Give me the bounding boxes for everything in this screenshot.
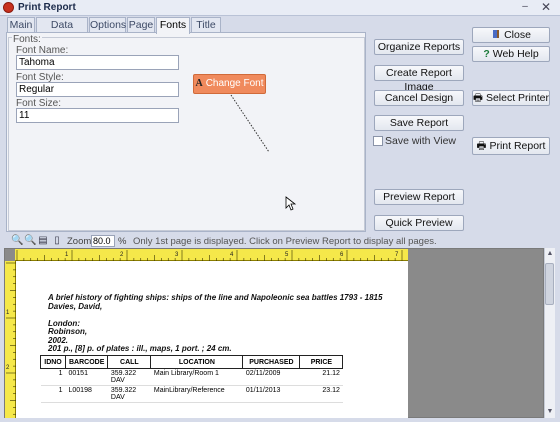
cell-call: 359.322 DAV bbox=[107, 368, 151, 386]
ruler-number: 5 bbox=[285, 252, 289, 258]
cell-call-number: 359.322 bbox=[110, 370, 137, 377]
select-printer-button[interactable]: 🖶 Select Printer bbox=[472, 90, 550, 106]
close-button[interactable]: Close bbox=[472, 27, 550, 43]
cell-call-cutter: DAV bbox=[110, 394, 125, 401]
table-row: 1 L00198 359.322 DAV MainLibrary/Referenc… bbox=[40, 385, 343, 403]
ruler-number: 6 bbox=[340, 252, 344, 258]
cancel-design-button[interactable]: Cancel Design bbox=[374, 90, 464, 106]
organize-reports-button[interactable]: Organize Reports bbox=[374, 39, 464, 55]
holdings-table: IDNO BARCODE CALL LOCATION PURCHASED PRI… bbox=[40, 355, 344, 403]
ruler-number: 1 bbox=[65, 252, 69, 258]
ruler-number: 3 bbox=[175, 252, 179, 258]
door-icon bbox=[493, 30, 500, 38]
cell-call-cutter: DAV bbox=[110, 377, 125, 384]
cell-price: 23.12 bbox=[299, 385, 343, 403]
tab-title[interactable]: Title bbox=[191, 17, 221, 33]
minimize-button[interactable]: – bbox=[517, 1, 533, 15]
column-header-call: CALL bbox=[107, 355, 152, 369]
cell-barcode: 00151 bbox=[65, 368, 108, 386]
font-name-field[interactable]: Tahoma bbox=[16, 55, 179, 70]
horizontal-ruler: 1 2 3 4 5 6 7 bbox=[15, 249, 410, 261]
whole-page-icon[interactable]: ▯ bbox=[51, 235, 63, 247]
printer-icon: 🖶 bbox=[476, 140, 487, 152]
report-author: Davies, David, bbox=[48, 302, 103, 311]
quick-preview-button[interactable]: Quick Preview bbox=[374, 215, 464, 231]
cell-call: 359.322 DAV bbox=[107, 385, 151, 403]
help-icon: ? bbox=[483, 48, 490, 60]
column-header-price: PRICE bbox=[299, 355, 344, 369]
zoom-in-icon[interactable]: 🔍 bbox=[11, 235, 23, 247]
cell-barcode: L00198 bbox=[65, 385, 108, 403]
change-font-label: Change Font bbox=[205, 78, 264, 89]
scroll-up-arrow-icon[interactable]: ▲ bbox=[545, 249, 555, 259]
cell-idno: 1 bbox=[40, 368, 66, 386]
change-font-button[interactable]: A Change Font bbox=[193, 74, 266, 94]
scroll-down-arrow-icon[interactable]: ▼ bbox=[545, 407, 555, 417]
close-button-label: Close bbox=[504, 29, 531, 41]
mouse-cursor-icon bbox=[285, 196, 297, 211]
window-close-button[interactable]: ✕ bbox=[537, 1, 555, 15]
zoom-out-icon[interactable]: 🔍 bbox=[24, 235, 36, 247]
font-style-field[interactable]: Regular bbox=[16, 82, 179, 97]
fonts-group-legend: Fonts: bbox=[12, 34, 42, 45]
cell-call-number: 359.322 bbox=[110, 387, 137, 394]
cell-price: 21.12 bbox=[299, 368, 343, 386]
tab-main[interactable]: Main bbox=[7, 17, 35, 33]
tab-data-fields[interactable]: Data Fields bbox=[36, 17, 88, 46]
ruler-number: 2 bbox=[6, 365, 10, 371]
cell-location: MainLibrary/Reference bbox=[150, 385, 243, 403]
save-with-view-label: Save with View bbox=[385, 135, 457, 147]
report-publisher: Robinson, bbox=[48, 327, 88, 336]
print-report-button[interactable]: 🖶 Print Report bbox=[472, 137, 550, 155]
zoom-unit: % bbox=[118, 236, 127, 247]
print-report-label: Print Report bbox=[489, 140, 546, 152]
column-header-purchased: PURCHASED bbox=[242, 355, 301, 369]
tab-page[interactable]: Page bbox=[127, 17, 155, 33]
app-logo-icon bbox=[3, 2, 14, 13]
ruler-number: 4 bbox=[230, 252, 234, 258]
tab-fonts[interactable]: Fonts bbox=[156, 17, 190, 34]
ruler-number: 2 bbox=[120, 252, 124, 258]
font-size-field[interactable]: 11 bbox=[16, 108, 179, 123]
column-header-barcode: BARCODE bbox=[64, 355, 109, 369]
cell-idno: 1 bbox=[40, 385, 66, 403]
tab-options[interactable]: Options bbox=[89, 17, 126, 33]
report-physical-description: 201 p., [8] p. of plates : ill., maps, 1… bbox=[48, 344, 232, 353]
title-bar bbox=[0, 0, 560, 16]
zoom-label: Zoom bbox=[67, 236, 92, 247]
vertical-ruler: 123 bbox=[5, 261, 16, 422]
column-header-idno: IDNO bbox=[40, 355, 66, 369]
preview-message: Only 1st page is displayed. Click on Pre… bbox=[133, 236, 437, 247]
window-title: Print Report bbox=[18, 2, 76, 13]
preview-report-button[interactable]: Preview Report bbox=[374, 189, 464, 205]
scrollbar-thumb[interactable] bbox=[545, 263, 554, 305]
dotted-connector-line bbox=[230, 94, 270, 153]
web-help-label: Web Help bbox=[492, 48, 539, 60]
font-icon: A bbox=[195, 78, 203, 89]
cell-location: Main Library/Room 1 bbox=[150, 368, 243, 386]
select-printer-label: Select Printer bbox=[485, 92, 549, 104]
create-report-image-button[interactable]: Create Report Image bbox=[374, 65, 464, 93]
zoom-input[interactable]: 80.0 bbox=[91, 235, 115, 247]
save-with-view-checkbox[interactable] bbox=[373, 136, 383, 146]
cell-purchased: 01/11/2013 bbox=[242, 385, 300, 403]
page-width-icon[interactable]: ▤ bbox=[37, 235, 49, 247]
save-report-button[interactable]: Save Report bbox=[374, 115, 464, 131]
printer-icon: 🖶 bbox=[473, 92, 483, 104]
table-row: 1 00151 359.322 DAV Main Library/Room 1 0… bbox=[40, 368, 343, 386]
ruler-number: 7 bbox=[395, 252, 399, 258]
web-help-button[interactable]: ? Web Help bbox=[472, 46, 550, 62]
column-header-location: LOCATION bbox=[150, 355, 244, 369]
cell-purchased: 02/11/2009 bbox=[242, 368, 300, 386]
report-title-line: A brief history of fighting ships: ships… bbox=[48, 293, 383, 302]
ruler-number: 1 bbox=[6, 310, 10, 316]
table-header-row: IDNO BARCODE CALL LOCATION PURCHASED PRI… bbox=[40, 355, 344, 369]
